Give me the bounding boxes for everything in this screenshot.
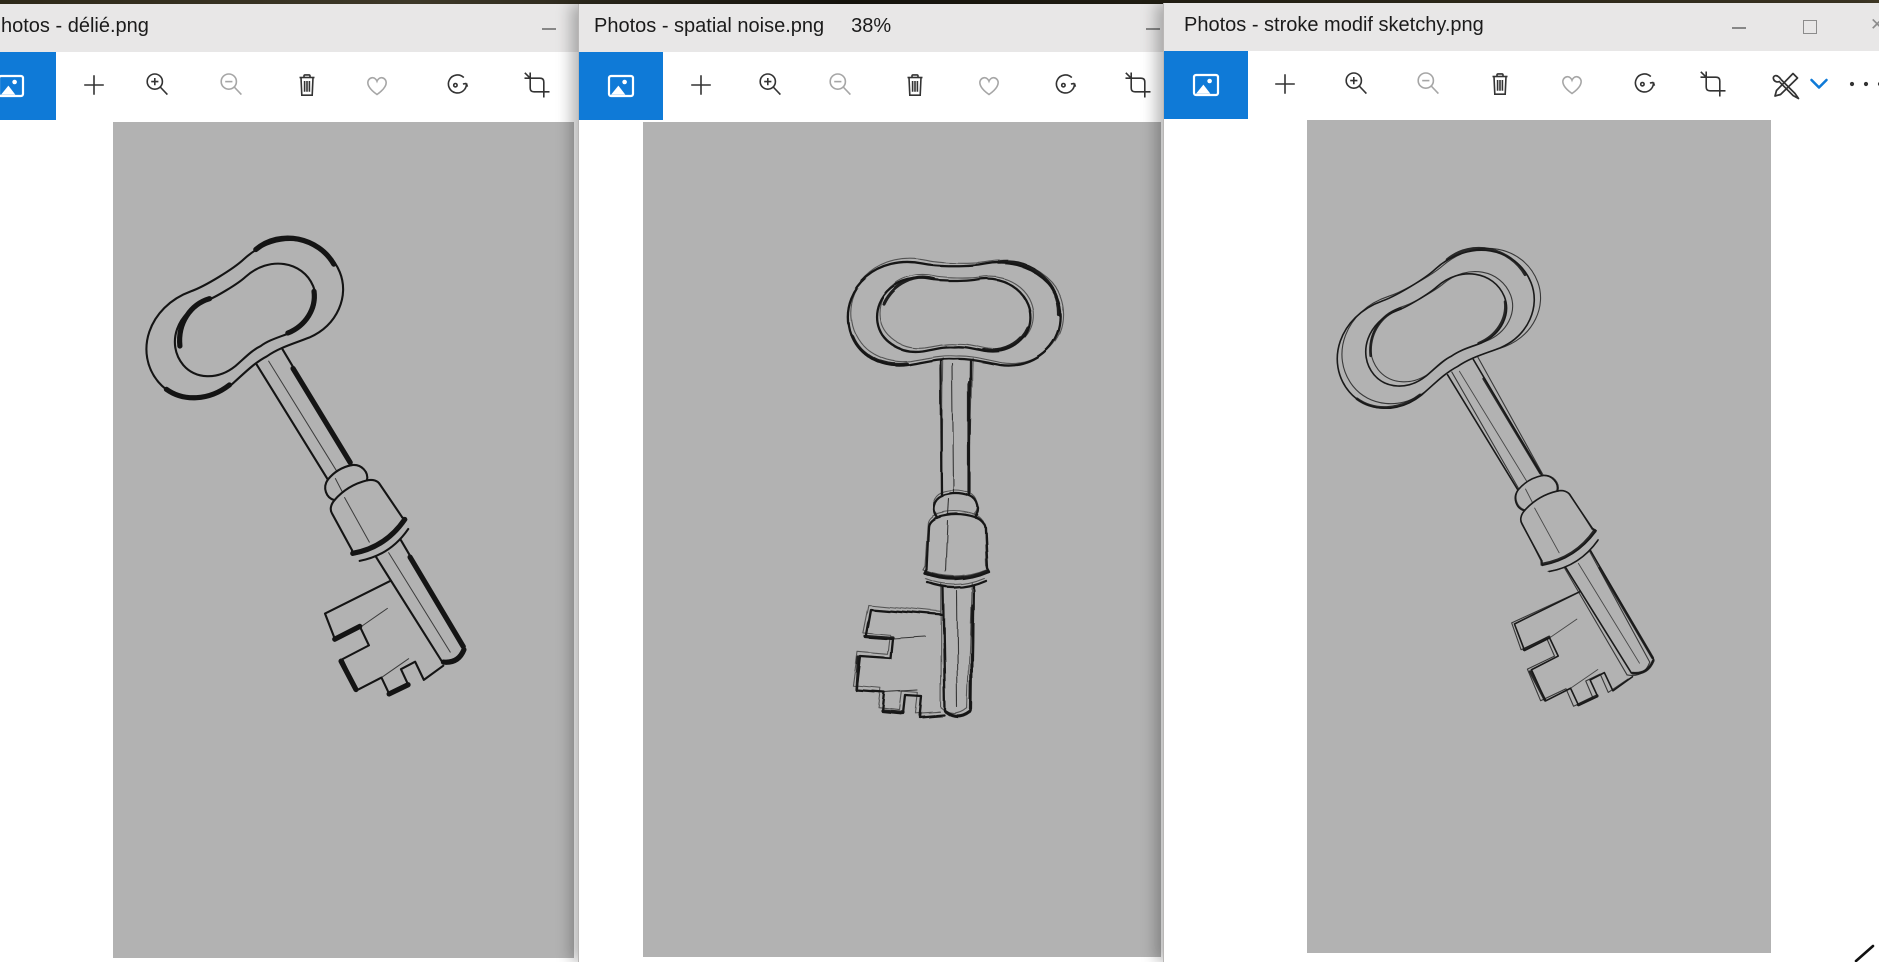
photo-gallery-icon [604,69,638,103]
favorite-icon[interactable] [1557,69,1587,99]
delete-icon[interactable] [292,70,322,100]
zoom-in-icon[interactable] [142,70,172,100]
favorite-icon[interactable] [362,70,392,100]
see-all-photos-button[interactable] [0,52,56,120]
rotate-icon[interactable] [442,70,472,100]
photos-window-delie: hotos - délié.png [0,4,578,962]
zoom-in-icon[interactable] [755,70,785,100]
window-title: Photos - stroke modif sketchy.png [1184,14,1484,36]
delete-icon[interactable] [900,70,930,100]
photo-canvas-sketchy[interactable] [1307,120,1771,953]
add-icon[interactable] [1270,69,1300,99]
crop-icon[interactable] [1698,69,1728,99]
rotate-icon[interactable] [1050,70,1080,100]
desktop: hotos - délié.png Photos - spatial noise… [0,0,1879,962]
crop-icon[interactable] [1123,70,1153,100]
see-all-photos-button[interactable] [1164,51,1248,119]
edit-draw-icon[interactable] [1769,69,1803,100]
photo-viewer-body [579,120,1164,962]
close-button[interactable]: ✕ [1870,15,1879,35]
rotate-icon[interactable] [1629,69,1659,99]
maximize-button[interactable] [1803,20,1817,34]
zoom-out-icon[interactable] [216,70,246,100]
more-icon[interactable] [1847,69,1879,99]
zoom-out-icon[interactable] [825,70,855,100]
photo-canvas-spatial-noise[interactable] [643,122,1161,957]
photos-window-sketchy: Photos - stroke modif sketchy.png ✕ [1163,3,1879,962]
pen-cursor-mark [1854,944,1875,962]
see-all-photos-button[interactable] [579,52,663,120]
key-drawing-delie [124,122,546,719]
titlebar[interactable]: hotos - délié.png [0,4,578,52]
titlebar[interactable]: Photos - stroke modif sketchy.png ✕ [1164,3,1879,51]
minimize-button[interactable] [542,28,556,30]
photo-viewer-body [0,120,578,962]
toolbar [579,52,1164,120]
toolbar [0,52,578,120]
zoom-level-indicator: 38% [851,15,892,37]
delete-icon[interactable] [1485,69,1515,99]
photo-gallery-icon [0,69,56,103]
chevron-down-icon[interactable] [1809,77,1829,107]
titlebar[interactable]: Photos - spatial noise.png 38% [579,4,1164,52]
window-title: hotos - délié.png [1,15,149,37]
zoom-in-icon[interactable] [1341,69,1371,99]
toolbar [1164,51,1879,119]
key-drawing-sketchy [1315,226,1735,730]
key-drawing-spatial-noise [842,257,1066,719]
crop-icon[interactable] [522,70,552,100]
favorite-icon[interactable] [974,70,1004,100]
photo-gallery-icon [1189,68,1223,102]
minimize-button[interactable] [1146,28,1160,30]
photo-viewer-body [1164,119,1879,962]
add-icon[interactable] [79,70,109,100]
zoom-out-icon[interactable] [1413,69,1443,99]
minimize-button[interactable] [1732,27,1746,29]
photos-window-spatial-noise: Photos - spatial noise.png 38% [578,4,1164,962]
window-title: Photos - spatial noise.png 38% [594,15,892,37]
add-icon[interactable] [686,70,716,100]
photo-canvas-delie[interactable] [113,122,574,958]
